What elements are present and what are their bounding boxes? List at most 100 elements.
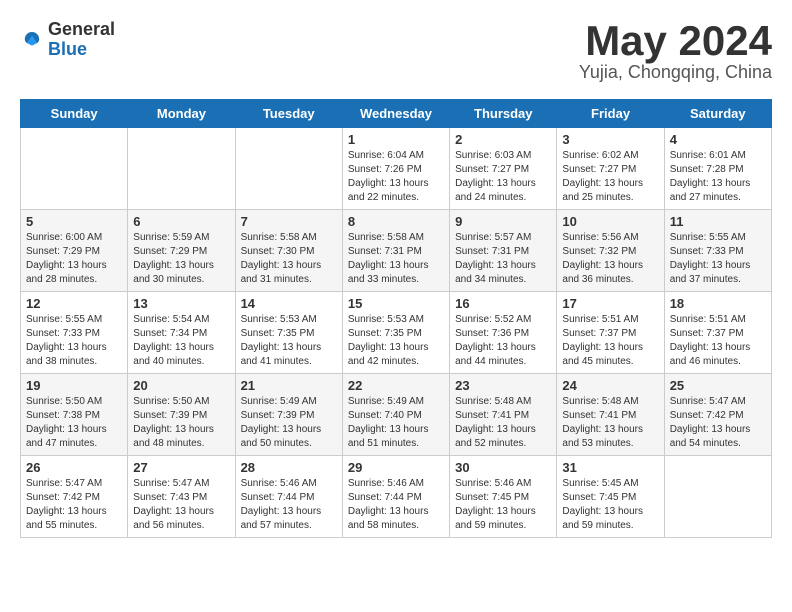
calendar-cell: 29 Sunrise: 5:46 AM Sunset: 7:44 PM Dayli… (342, 456, 449, 538)
calendar-cell (664, 456, 771, 538)
day-number: 4 (670, 132, 766, 147)
day-number: 24 (562, 378, 658, 393)
day-number: 10 (562, 214, 658, 229)
week-row-3: 12 Sunrise: 5:55 AM Sunset: 7:33 PM Dayli… (21, 292, 772, 374)
calendar-cell: 26Sunrise: 5:47 AM Sunset: 7:42 PM Dayli… (21, 456, 128, 538)
calendar-table: SundayMondayTuesdayWednesdayThursdayFrid… (20, 99, 772, 538)
calendar-cell: 27 Sunrise: 5:47 AM Sunset: 7:43 PM Dayli… (128, 456, 235, 538)
calendar-cell: 25 Sunrise: 5:47 AM Sunset: 7:42 PM Dayli… (664, 374, 771, 456)
day-info: Sunrise: 5:58 AM Sunset: 7:31 PM Dayligh… (348, 231, 444, 287)
day-number: 6 (133, 214, 229, 229)
day-number: 31 (562, 460, 658, 475)
header-cell-saturday: Saturday (664, 100, 771, 128)
week-row-1: 1 Sunrise: 6:04 AM Sunset: 7:26 PM Daylig… (21, 128, 772, 210)
day-info: Sunrise: 5:51 AM Sunset: 7:37 PM Dayligh… (562, 313, 658, 369)
day-info: Sunrise: 6:04 AM Sunset: 7:26 PM Dayligh… (348, 149, 444, 205)
day-info: Sunrise: 5:50 AM Sunset: 7:39 PM Dayligh… (133, 395, 229, 451)
logo-icon (20, 28, 44, 52)
page-header: General Blue May 2024 Yujia, Chongqing, … (20, 20, 772, 83)
day-info: Sunrise: 6:02 AM Sunset: 7:27 PM Dayligh… (562, 149, 658, 205)
day-info: Sunrise: 5:46 AM Sunset: 7:44 PM Dayligh… (348, 477, 444, 533)
calendar-cell: 19Sunrise: 5:50 AM Sunset: 7:38 PM Dayli… (21, 374, 128, 456)
day-info: Sunrise: 5:54 AM Sunset: 7:34 PM Dayligh… (133, 313, 229, 369)
day-number: 3 (562, 132, 658, 147)
calendar-cell: 7 Sunrise: 5:58 AM Sunset: 7:30 PM Daylig… (235, 210, 342, 292)
logo-general-text: General (48, 20, 115, 40)
calendar-cell: 10 Sunrise: 5:56 AM Sunset: 7:32 PM Dayli… (557, 210, 664, 292)
day-number: 2 (455, 132, 551, 147)
day-info: Sunrise: 5:50 AM Sunset: 7:38 PM Dayligh… (26, 395, 122, 451)
month-title: May 2024 (579, 20, 772, 62)
calendar-cell: 12 Sunrise: 5:55 AM Sunset: 7:33 PM Dayli… (21, 292, 128, 374)
header-cell-sunday: Sunday (21, 100, 128, 128)
logo-text: General Blue (48, 20, 115, 60)
day-info: Sunrise: 5:52 AM Sunset: 7:36 PM Dayligh… (455, 313, 551, 369)
calendar-cell: 17 Sunrise: 5:51 AM Sunset: 7:37 PM Dayli… (557, 292, 664, 374)
day-info: Sunrise: 5:45 AM Sunset: 7:45 PM Dayligh… (562, 477, 658, 533)
day-number: 9 (455, 214, 551, 229)
day-number: 8 (348, 214, 444, 229)
week-row-4: 19Sunrise: 5:50 AM Sunset: 7:38 PM Dayli… (21, 374, 772, 456)
day-info: Sunrise: 5:49 AM Sunset: 7:39 PM Dayligh… (241, 395, 337, 451)
calendar-body: 1 Sunrise: 6:04 AM Sunset: 7:26 PM Daylig… (21, 128, 772, 538)
day-number: 16 (455, 296, 551, 311)
day-number: 12 (26, 296, 122, 311)
calendar-cell: 16 Sunrise: 5:52 AM Sunset: 7:36 PM Dayli… (450, 292, 557, 374)
calendar-cell: 31 Sunrise: 5:45 AM Sunset: 7:45 PM Dayli… (557, 456, 664, 538)
day-info: Sunrise: 5:48 AM Sunset: 7:41 PM Dayligh… (455, 395, 551, 451)
day-info: Sunrise: 5:48 AM Sunset: 7:41 PM Dayligh… (562, 395, 658, 451)
calendar-cell: 28Sunrise: 5:46 AM Sunset: 7:44 PM Dayli… (235, 456, 342, 538)
day-number: 20 (133, 378, 229, 393)
calendar-cell: 8 Sunrise: 5:58 AM Sunset: 7:31 PM Daylig… (342, 210, 449, 292)
day-info: Sunrise: 6:00 AM Sunset: 7:29 PM Dayligh… (26, 231, 122, 287)
day-number: 1 (348, 132, 444, 147)
day-number: 29 (348, 460, 444, 475)
day-number: 28 (241, 460, 337, 475)
title-block: May 2024 Yujia, Chongqing, China (579, 20, 772, 83)
calendar-cell: 15Sunrise: 5:53 AM Sunset: 7:35 PM Dayli… (342, 292, 449, 374)
calendar-cell: 5 Sunrise: 6:00 AM Sunset: 7:29 PM Daylig… (21, 210, 128, 292)
day-number: 17 (562, 296, 658, 311)
calendar-cell: 24 Sunrise: 5:48 AM Sunset: 7:41 PM Dayli… (557, 374, 664, 456)
calendar-cell: 1 Sunrise: 6:04 AM Sunset: 7:26 PM Daylig… (342, 128, 449, 210)
calendar-cell (128, 128, 235, 210)
day-number: 11 (670, 214, 766, 229)
header-cell-friday: Friday (557, 100, 664, 128)
day-info: Sunrise: 5:55 AM Sunset: 7:33 PM Dayligh… (670, 231, 766, 287)
day-number: 23 (455, 378, 551, 393)
calendar-cell: 11 Sunrise: 5:55 AM Sunset: 7:33 PM Dayli… (664, 210, 771, 292)
calendar-cell: 23 Sunrise: 5:48 AM Sunset: 7:41 PM Dayli… (450, 374, 557, 456)
day-number: 14 (241, 296, 337, 311)
header-cell-thursday: Thursday (450, 100, 557, 128)
day-number: 21 (241, 378, 337, 393)
day-number: 22 (348, 378, 444, 393)
day-number: 13 (133, 296, 229, 311)
day-info: Sunrise: 5:51 AM Sunset: 7:37 PM Dayligh… (670, 313, 766, 369)
day-info: Sunrise: 5:47 AM Sunset: 7:43 PM Dayligh… (133, 477, 229, 533)
header-cell-monday: Monday (128, 100, 235, 128)
day-number: 5 (26, 214, 122, 229)
calendar-cell: 6 Sunrise: 5:59 AM Sunset: 7:29 PM Daylig… (128, 210, 235, 292)
day-info: Sunrise: 5:49 AM Sunset: 7:40 PM Dayligh… (348, 395, 444, 451)
header-cell-tuesday: Tuesday (235, 100, 342, 128)
day-info: Sunrise: 5:55 AM Sunset: 7:33 PM Dayligh… (26, 313, 122, 369)
day-number: 27 (133, 460, 229, 475)
calendar-cell: 13 Sunrise: 5:54 AM Sunset: 7:34 PM Dayli… (128, 292, 235, 374)
day-info: Sunrise: 5:57 AM Sunset: 7:31 PM Dayligh… (455, 231, 551, 287)
calendar-cell: 22 Sunrise: 5:49 AM Sunset: 7:40 PM Dayli… (342, 374, 449, 456)
calendar-header: SundayMondayTuesdayWednesdayThursdayFrid… (21, 100, 772, 128)
day-info: Sunrise: 5:59 AM Sunset: 7:29 PM Dayligh… (133, 231, 229, 287)
day-info: Sunrise: 5:46 AM Sunset: 7:45 PM Dayligh… (455, 477, 551, 533)
header-cell-wednesday: Wednesday (342, 100, 449, 128)
day-number: 25 (670, 378, 766, 393)
day-number: 26 (26, 460, 122, 475)
location-title: Yujia, Chongqing, China (579, 62, 772, 83)
logo: General Blue (20, 20, 115, 60)
day-info: Sunrise: 5:47 AM Sunset: 7:42 PM Dayligh… (670, 395, 766, 451)
day-info: Sunrise: 5:53 AM Sunset: 7:35 PM Dayligh… (348, 313, 444, 369)
day-info: Sunrise: 5:56 AM Sunset: 7:32 PM Dayligh… (562, 231, 658, 287)
day-info: Sunrise: 5:58 AM Sunset: 7:30 PM Dayligh… (241, 231, 337, 287)
day-info: Sunrise: 6:01 AM Sunset: 7:28 PM Dayligh… (670, 149, 766, 205)
day-info: Sunrise: 5:53 AM Sunset: 7:35 PM Dayligh… (241, 313, 337, 369)
day-number: 7 (241, 214, 337, 229)
